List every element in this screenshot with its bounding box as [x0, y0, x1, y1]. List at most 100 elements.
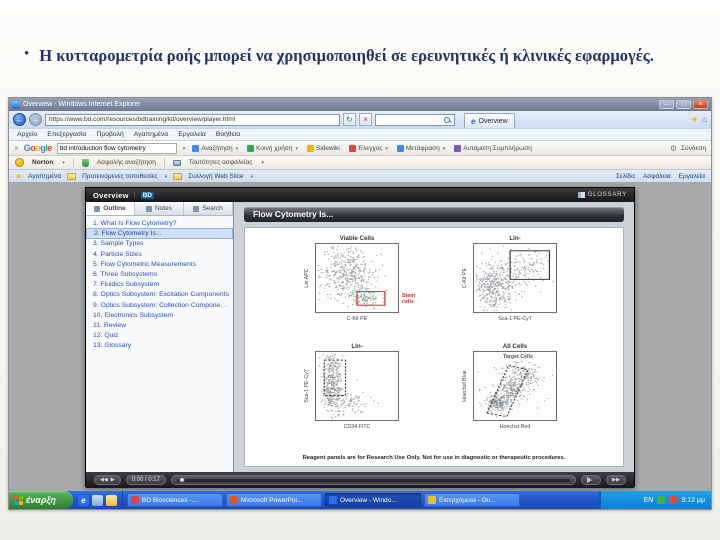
share-icon [247, 144, 255, 152]
gear-icon[interactable] [670, 144, 677, 153]
taskbar-window-overview[interactable]: Overview - Windo... [325, 493, 421, 507]
chevron-down-icon[interactable] [182, 145, 186, 152]
next-button[interactable] [606, 475, 626, 485]
window-title: Overview - Windows Internet Explorer [23, 101, 141, 108]
mail-icon[interactable] [106, 494, 117, 506]
ie-quicklaunch-icon[interactable] [78, 494, 89, 506]
chevron-down-icon[interactable] [61, 159, 65, 166]
previous-icon[interactable] [100, 477, 108, 483]
forward-button[interactable] [29, 113, 42, 126]
google-autofill-button[interactable]: Αυτόματη Συμπλήρωση [452, 144, 534, 152]
outline-item[interactable]: 8. Optics Subsystem: Excitation Componen… [86, 290, 233, 300]
home-icon[interactable] [702, 115, 707, 124]
next-icon[interactable] [612, 477, 620, 483]
google-share-button[interactable]: Κοινή χρήση [245, 144, 300, 152]
menu-view[interactable]: Προβολή [96, 131, 123, 138]
favorites-button[interactable]: Αγαπημένα [28, 173, 61, 180]
folder-icon [173, 172, 183, 180]
plot-title: All Cells [502, 343, 528, 350]
language-indicator[interactable]: EN [644, 497, 654, 504]
page-menu[interactable]: Σελίδα [616, 173, 635, 180]
divider: | [133, 191, 136, 199]
progress-bar[interactable] [170, 475, 577, 485]
outline-item[interactable]: 10. Electronics Subsystem [86, 310, 233, 320]
menu-tools[interactable]: Εργαλεία [178, 131, 206, 138]
chevron-down-icon[interactable] [250, 173, 254, 180]
menu-bar: Αρχείο Επεξεργασία Προβολή Αγαπημένα Εργ… [9, 128, 711, 140]
plot-ylabel: Sca-1 PE-Cy7 [304, 369, 310, 403]
google-translate-button[interactable]: Μετάφραση [395, 144, 447, 152]
google-sidewiki-button[interactable]: Sidewiki [305, 144, 342, 152]
plot-title: Lin- [509, 235, 521, 242]
google-signin[interactable]: Σύνδεση [681, 145, 706, 152]
safety-menu[interactable]: Ασφάλεια [643, 173, 671, 180]
refresh-icon[interactable] [343, 113, 356, 126]
menu-help[interactable]: Βοήθεια [216, 131, 240, 138]
menu-file[interactable]: Αρχείο [17, 131, 37, 138]
volume-control[interactable] [581, 475, 602, 485]
address-bar[interactable] [45, 113, 340, 126]
show-desktop-icon[interactable] [92, 494, 103, 506]
tab-overview[interactable]: e Overview [464, 113, 515, 128]
outline-item[interactable]: 3. Sample Types [86, 239, 233, 249]
window-titlebar[interactable]: Overview - Windows Internet Explorer [9, 98, 711, 111]
google-logo: Google [23, 143, 52, 153]
taskbar-window-bd[interactable]: BD Biosciences -... [127, 493, 223, 507]
star-icon[interactable] [15, 172, 22, 181]
menu-favorites[interactable]: Αγαπημένα [134, 131, 168, 138]
outline-item[interactable]: 5. Flow Cytometric Measurements [86, 259, 233, 269]
notes-icon [146, 205, 152, 212]
tab-notes[interactable]: Notes [135, 202, 184, 215]
taskbar-window-powerpoint[interactable]: Microsoft PowerPoi... [226, 493, 322, 507]
google-check-button[interactable]: Έλεγχος [347, 144, 390, 152]
favorites-icon[interactable] [691, 115, 698, 124]
outline-item[interactable]: 13. Glossary [86, 341, 233, 351]
transport-controls[interactable] [94, 475, 121, 485]
start-button[interactable]: έναρξη [9, 491, 73, 509]
progress-track[interactable] [176, 476, 571, 483]
tab-outline[interactable]: Outline [86, 202, 135, 215]
norton-identity[interactable]: Ταυτότητες ασφαλείας [189, 159, 252, 166]
search-input[interactable] [376, 116, 442, 123]
menu-edit[interactable]: Επεξεργασία [47, 131, 86, 138]
glossary-button[interactable]: GLOSSARY [577, 192, 627, 198]
close-button[interactable] [693, 100, 708, 109]
norton-brand[interactable]: Norton [32, 159, 53, 166]
search-icon[interactable] [444, 116, 450, 123]
progress-knob[interactable] [178, 476, 185, 483]
tools-menu[interactable]: Εργαλεία [679, 173, 705, 180]
outline-item[interactable]: 12. Quiz [86, 330, 233, 340]
back-button[interactable] [13, 113, 26, 126]
minimize-button[interactable] [659, 100, 674, 109]
google-search-button[interactable]: Αναζήτηση [190, 144, 240, 152]
chevron-down-icon[interactable] [164, 173, 168, 180]
outline-item-selected[interactable]: 2. Flow Cytometry Is... [86, 228, 233, 239]
antivirus-tray-icon[interactable] [657, 496, 666, 504]
tab-search[interactable]: Search [184, 202, 233, 215]
favorites-bar: Αγαπημένα Προτεινόμενες τοποθεσίες Συλλο… [9, 169, 711, 182]
outline-item[interactable]: 9. Optics Subsystem: Collection Componen… [86, 300, 233, 310]
web-slice-button[interactable]: Συλλογή Web Slice [188, 173, 243, 180]
search-box[interactable] [375, 113, 455, 126]
outline-item[interactable]: 4. Particle Sizes [86, 249, 233, 259]
stop-icon[interactable] [359, 113, 372, 126]
outline-item[interactable]: 11. Review [86, 320, 233, 330]
taskbar: έναρξη BD Biosciences -... Microsoft Pow… [9, 491, 711, 509]
alert-tray-icon[interactable] [669, 496, 678, 504]
player-body: Outline Notes Search 1. What Is Flow Cyt… [86, 202, 634, 472]
chevron-down-icon[interactable] [260, 159, 264, 166]
norton-safeweb[interactable]: Ασφαλής αναζήτηση [97, 159, 156, 166]
plot-ylabel: C-Kit PE [462, 267, 468, 289]
translate-icon [396, 144, 404, 152]
suggested-sites-button[interactable]: Προτεινόμενες τοποθεσίες [82, 173, 157, 180]
plot-xlabel: C-Kit PE [346, 316, 368, 322]
taskbar-window-outlook[interactable]: Εισερχόμενα - Ou... [424, 493, 520, 507]
play-icon[interactable] [111, 477, 115, 483]
close-toolbar-icon[interactable] [14, 144, 19, 153]
outline-item[interactable]: 6. Three Subsystems [86, 269, 233, 279]
maximize-button[interactable] [676, 100, 691, 109]
outline-item[interactable]: 7. Fluidics Subsystem [86, 280, 233, 290]
outline-item[interactable]: 1. What Is Flow Cytometry? [86, 218, 233, 228]
slide-title-row: • Η κυτταρομετρία ροής μπορεί να χρησιμο… [20, 44, 710, 68]
google-search-input[interactable] [56, 142, 177, 154]
